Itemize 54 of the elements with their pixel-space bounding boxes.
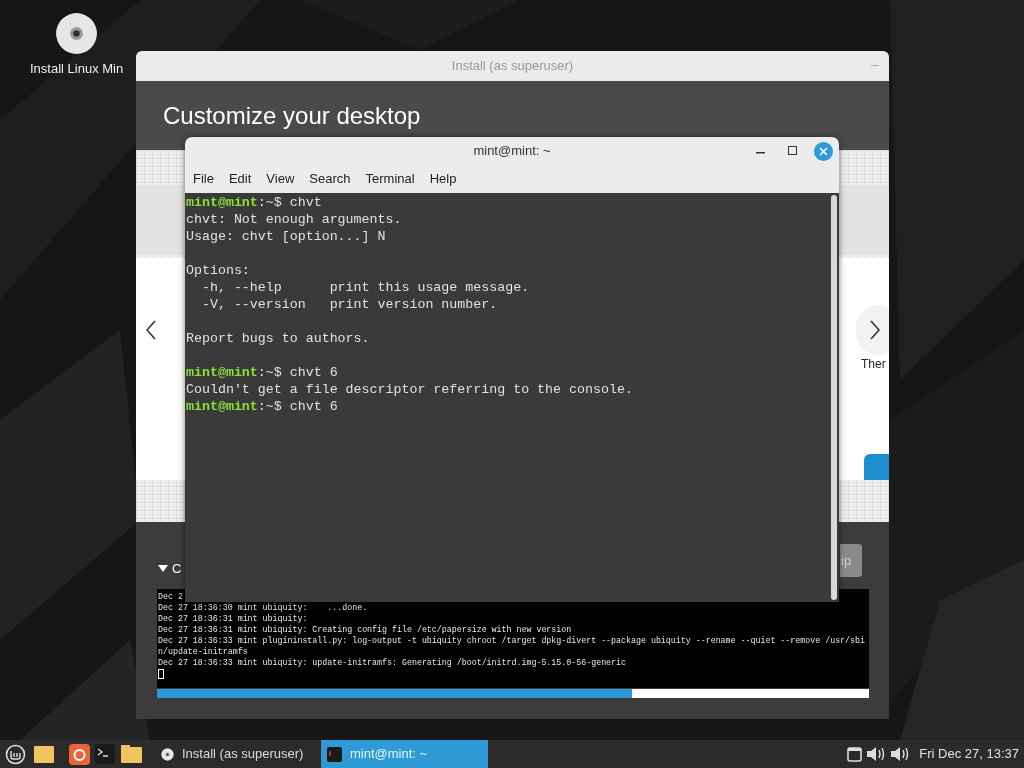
terminal-icon [327, 746, 342, 762]
terminal-output: Report bugs to authors. [186, 331, 370, 346]
maximize-icon[interactable] [788, 146, 797, 155]
menu-item[interactable]: File [187, 169, 220, 189]
theme-label: Ther [861, 356, 886, 373]
menu-item[interactable]: Edit [222, 169, 258, 189]
log-line: Dec 27 18:36:31 mint ubiquity: Creating config file /etc/papersize with new version [158, 624, 572, 635]
text-cursor [158, 669, 164, 679]
minimize-icon[interactable] [756, 152, 765, 154]
terminal-output: -V, --version print version number. [200, 297, 498, 312]
terminal-output: Usage: chvt [option...] N [186, 229, 386, 244]
menu-item[interactable]: Terminal [359, 169, 421, 189]
prompt-user: mint@mint [186, 195, 258, 210]
terminal-output: chvt: Not enough arguments. [186, 212, 402, 227]
log-line: n/update-initramfs [158, 646, 248, 657]
window-title: mint@mint: ~ [473, 142, 551, 161]
prompt-user: mint@mint [186, 399, 258, 414]
speaker-icon[interactable] [891, 746, 911, 762]
log-line: Dec 27 18:36:31 mint ubiquity: [158, 613, 308, 624]
browser-icon[interactable] [69, 743, 90, 765]
speaker-icon[interactable] [867, 746, 887, 762]
chevron-left-icon [146, 320, 156, 340]
terminal-icon[interactable] [95, 744, 115, 764]
taskbar-window-button[interactable]: Install (as superuser) [155, 740, 321, 768]
app-icon [864, 454, 889, 480]
expand-triangle-icon[interactable] [158, 565, 168, 573]
window-list-icon[interactable] [847, 746, 863, 762]
menu-icon[interactable] [5, 743, 26, 765]
scrollbar[interactable] [828, 193, 839, 602]
prompt-command: :~$ chvt 6 [257, 399, 338, 414]
terminal-output: Couldn't get a file descriptor referring to the console. [186, 382, 633, 397]
folder-icon[interactable] [34, 745, 54, 763]
clock[interactable]: Fri Dec 27, 13:37 [919, 744, 1019, 764]
chevron-right-icon [870, 320, 880, 340]
close-icon[interactable] [814, 142, 833, 161]
prompt-user: mint@mint [186, 365, 258, 380]
log-line: Dec 2 [158, 591, 183, 602]
menu-item[interactable]: Search [303, 169, 357, 189]
log-line: Dec 27 18:36:30 mint ubiquity: ...done. [158, 602, 368, 613]
terminal-output: Options: [186, 263, 250, 278]
window-title: Install (as superuser) [451, 57, 574, 76]
details-toggle[interactable]: C [172, 559, 182, 579]
disc-icon [161, 747, 174, 761]
prompt-command: :~$ chvt 6 [257, 365, 338, 380]
prompt-command: :~$ chvt [257, 195, 322, 210]
page-heading: Customize your desktop [163, 100, 421, 131]
menu-item[interactable]: Help [423, 169, 463, 189]
menu-item[interactable]: View [260, 169, 301, 189]
desktop-icon-label[interactable]: Install Linux Min [30, 59, 124, 79]
disc-icon [55, 12, 99, 55]
log-line: Dec 27 18:36:33 mint plugininstall.py: log-output -t ubiquity chroot /target dpkg-divert --package ubiquity --rename --quiet --remove /usr/sbi [158, 635, 865, 646]
terminal-output: -h, --help print this usage message. [200, 280, 530, 295]
log-line: Dec 27 18:36:33 mint ubiquity: update-initramfs: Generating /boot/initrd.img-5.15.0-56-generic [158, 657, 627, 668]
folder-icon[interactable] [121, 745, 142, 763]
